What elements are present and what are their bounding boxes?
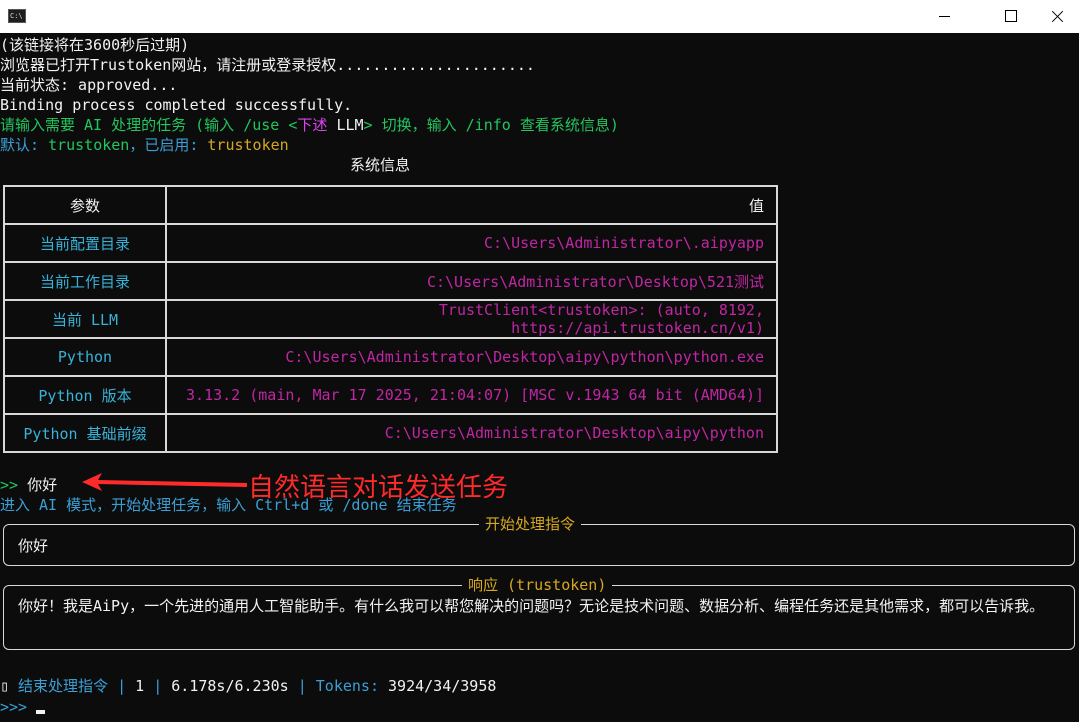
default-llm-line: 默认: trustoken，已启用: trustoken [0,135,289,155]
default-value: trustoken [48,136,130,154]
tokens-value: 3924/34/3958 [388,677,497,695]
row-value: C:\Users\Administrator\.aipyapp [165,223,778,263]
usage-hint-line: 请输入需要 AI 处理的任务 (输入 /use <下述 LLM> 切换，输入 /… [0,115,619,135]
row-value: C:\Users\Administrator\Desktop\aipy\pyth… [165,413,778,453]
row-value: TrustClient<trustoken>: (auto, 8192, htt… [165,299,778,339]
enabled-value: trustoken [207,136,289,154]
instruction-box: 开始处理指令 你好 [3,514,1075,566]
instruction-box-title: 开始处理指令 [479,514,582,534]
table-row: 当前 LLM TrustClient<trustoken>: (auto, 81… [3,299,778,339]
table-row: 当前配置目录 C:\Users\Administrator\.aipyapp [3,223,778,263]
window-titlebar: C:\ [0,0,1079,33]
final-prompt: >>> [0,698,28,716]
close-button[interactable] [1034,0,1079,33]
status-icon: ▯ [0,677,10,695]
annotation-label: 自然语言对话发送任务 [248,473,509,503]
row-value: C:\Users\Administrator\Desktop\aipy\pyth… [165,337,778,377]
row-key: Python 版本 [3,375,167,415]
user-prompt-line: >> 你好 [0,475,57,495]
table-header-row: 参数 值 [3,185,778,225]
text-cursor[interactable] [36,710,45,714]
user-input-text: 你好 [18,476,58,494]
row-key: 当前配置目录 [3,223,167,263]
table-row: Python C:\Users\Administrator\Desktop\ai… [3,337,778,377]
binding-line: Binding process completed successfully. [0,96,353,114]
status-label: 结束处理指令 | [9,677,136,695]
row-key: Python [3,337,167,377]
status-line: 当前状态: approved... [0,76,178,94]
table-row: Python 基础前缀 C:\Users\Administrator\Deskt… [3,413,778,453]
expiry-line: (该链接将在3600秒后过期) [0,36,190,54]
status-sep-2: | [288,677,316,695]
row-key: 当前工作目录 [3,261,167,301]
status-time: 6.178s/6.230s [171,677,289,695]
enabled-label: ，已启用: [129,136,208,154]
header-value: 值 [165,185,778,225]
table-row: Python 版本 3.13.2 (main, Mar 17 2025, 21:… [3,375,778,415]
status-count: 1 [135,677,145,695]
response-box: 响应 (trustoken) 你好！我是AiPy，一个先进的通用人工智能助手。有… [3,575,1075,650]
minimize-button[interactable] [921,0,967,33]
row-value: C:\Users\Administrator\Desktop\521测试 [165,261,778,301]
instruction-text: 你好 [18,537,49,555]
terminal-app-icon: C:\ [8,9,26,23]
table-title: 系统信息 [350,156,411,174]
row-value: 3.13.2 (main, Mar 17 2025, 21:04:07) [MS… [165,375,778,415]
tokens-label: Tokens: [315,677,389,695]
usage-hint-part3: LLM [327,116,364,134]
header-param: 参数 [3,185,167,225]
row-key: Python 基础前缀 [3,413,167,453]
status-line-bottom: ▯ 结束处理指令 | 1 | 6.178s/6.230s | Tokens: 3… [0,676,496,696]
usage-hint-part4: > 切换，输入 /info 查看系统信息) [363,116,619,134]
maximize-button[interactable] [988,0,1034,33]
usage-hint-part1: 请输入需要 AI 处理的任务 (输入 /use < [0,116,298,134]
prompt-marker: >> [0,476,19,494]
response-text: 你好！我是AiPy，一个先进的通用人工智能助手。有什么我可以帮您解决的问题吗？无… [18,597,1045,615]
table-row: 当前工作目录 C:\Users\Administrator\Desktop\52… [3,261,778,301]
system-info-table: 参数 值 当前配置目录 C:\Users\Administrator\.aipy… [3,185,778,453]
browser-opened-line: 浏览器已打开Trustoken网站，请注册或登录授权..............… [0,56,535,74]
response-box-title: 响应 (trustoken) [462,575,613,595]
red-arrow-icon [82,473,247,491]
usage-hint-part2: 下述 [297,116,328,134]
default-label: 默认: [0,136,49,154]
status-sep-1: | [144,677,172,695]
row-key: 当前 LLM [3,299,167,339]
